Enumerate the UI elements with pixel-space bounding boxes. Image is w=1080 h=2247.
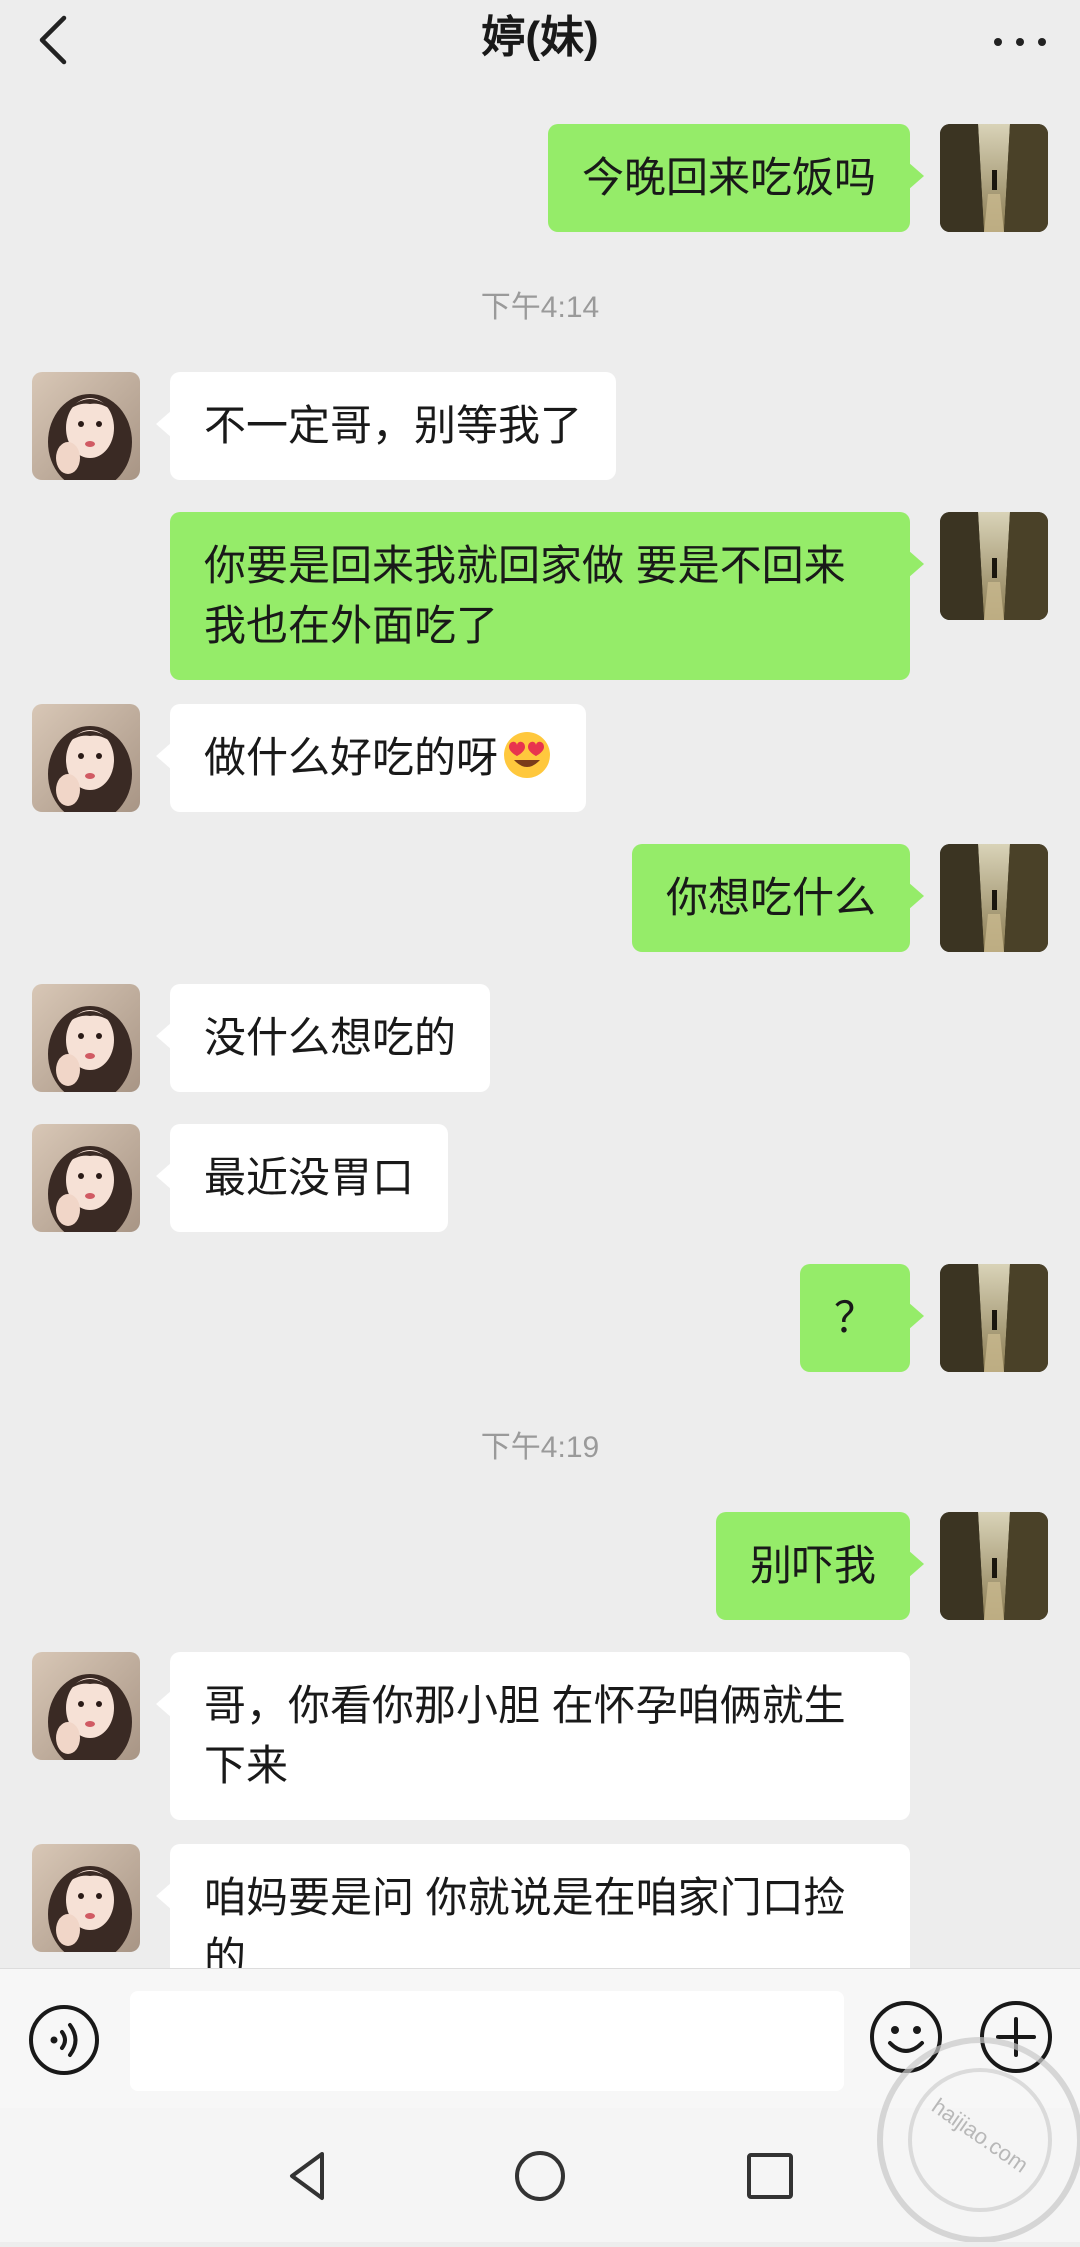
girl-portrait-image xyxy=(32,984,140,1092)
emoji-button[interactable] xyxy=(868,1999,944,2075)
message-bubble[interactable]: 咱妈要是问 你就说是在咱家门口捡的 xyxy=(156,1844,910,1968)
message-bubble[interactable]: 做什么好吃的呀 xyxy=(155,704,587,812)
message-bubble[interactable]: 哥，你看你那小胆 在怀孕咱俩就生下来 xyxy=(156,1652,910,1820)
voice-icon xyxy=(29,2005,99,2075)
girl-portrait-image xyxy=(32,1124,140,1232)
girl-portrait-image xyxy=(32,372,140,480)
chat-area[interactable]: 今晚回来吃饭吗 下午4:14 不一定哥，别等我了 你要是回来我就回家做 要是不回… xyxy=(0,82,1080,1968)
message-input[interactable] xyxy=(130,1991,844,2091)
message-text: 你要是回来我就回家做 要是不回来我也在外面吃了 xyxy=(204,542,846,649)
message-text: 没什么想吃的 xyxy=(204,1014,457,1061)
message-bubble[interactable]: ？ xyxy=(799,1264,925,1372)
my-avatar[interactable] xyxy=(940,844,1048,952)
nav-home-button[interactable] xyxy=(510,2146,570,2206)
timestamp: 下午4:14 xyxy=(480,291,600,324)
message-text: 最近没胃口 xyxy=(204,1154,415,1201)
message-text: 做什么好吃的呀 xyxy=(204,734,499,781)
contact-avatar[interactable] xyxy=(32,1652,140,1760)
home-circle-icon xyxy=(515,2151,565,2201)
alley-image xyxy=(940,1264,1048,1372)
back-triangle-icon xyxy=(290,2152,324,2200)
more-dot-icon xyxy=(1016,38,1024,46)
my-avatar[interactable] xyxy=(940,1512,1048,1620)
voice-button[interactable] xyxy=(28,2004,100,2076)
girl-portrait-image xyxy=(32,704,140,812)
system-nav-bar xyxy=(0,2108,1080,2242)
more-options-button[interactable] xyxy=(990,20,1050,60)
message-text: 哥，你看你那小胆 在怀孕咱俩就生下来 xyxy=(204,1682,846,1789)
message-text: 不一定哥，别等我了 xyxy=(204,402,583,449)
more-dot-icon xyxy=(1038,38,1046,46)
message-bubble[interactable]: 你想吃什么 xyxy=(631,844,925,952)
girl-portrait-image xyxy=(32,1844,140,1952)
plus-icon xyxy=(980,2001,1052,2073)
contact-avatar[interactable] xyxy=(32,1124,140,1232)
recents-square-icon xyxy=(747,2153,793,2199)
alley-image xyxy=(940,1512,1048,1620)
contact-avatar[interactable] xyxy=(32,984,140,1092)
my-avatar[interactable] xyxy=(940,1264,1048,1372)
contact-avatar[interactable] xyxy=(32,704,140,812)
timestamp: 下午4:19 xyxy=(480,1431,600,1464)
message-bubble[interactable]: 今晚回来吃饭吗 xyxy=(547,124,925,232)
message-bubble[interactable]: 最近没胃口 xyxy=(155,1124,449,1232)
more-functions-button[interactable] xyxy=(978,1999,1054,2075)
my-avatar[interactable] xyxy=(940,124,1048,232)
more-dot-icon xyxy=(994,38,1002,46)
girl-portrait-image xyxy=(32,1652,140,1760)
message-text: 你想吃什么 xyxy=(665,874,876,921)
chat-title: 婷(妹) xyxy=(481,13,599,62)
message-bubble[interactable]: 没什么想吃的 xyxy=(155,984,491,1092)
alley-image xyxy=(940,844,1048,952)
message-bubble[interactable]: 你要是回来我就回家做 要是不回来我也在外面吃了 xyxy=(170,512,924,680)
message-text: 别吓我 xyxy=(749,1542,876,1589)
nav-recents-button[interactable] xyxy=(740,2146,800,2206)
message-text: 今晚回来吃饭吗 xyxy=(581,154,876,201)
chat-header: 婷(妹) xyxy=(0,0,1080,82)
my-avatar[interactable] xyxy=(940,512,1048,620)
contact-avatar[interactable] xyxy=(32,1844,140,1952)
contact-avatar[interactable] xyxy=(32,372,140,480)
nav-back-button[interactable] xyxy=(278,2146,338,2206)
message-bubble[interactable]: 不一定哥，别等我了 xyxy=(155,372,617,480)
message-text: ？ xyxy=(833,1294,876,1341)
input-bar xyxy=(0,1968,1080,2109)
message-text: 咱妈要是问 你就说是在咱家门口捡的 xyxy=(204,1874,846,1968)
alley-image xyxy=(940,124,1048,232)
emoji-icon xyxy=(870,2001,942,2073)
message-bubble[interactable]: 别吓我 xyxy=(715,1512,925,1620)
heart-eyes-emoji xyxy=(502,730,552,780)
alley-image xyxy=(940,512,1048,620)
